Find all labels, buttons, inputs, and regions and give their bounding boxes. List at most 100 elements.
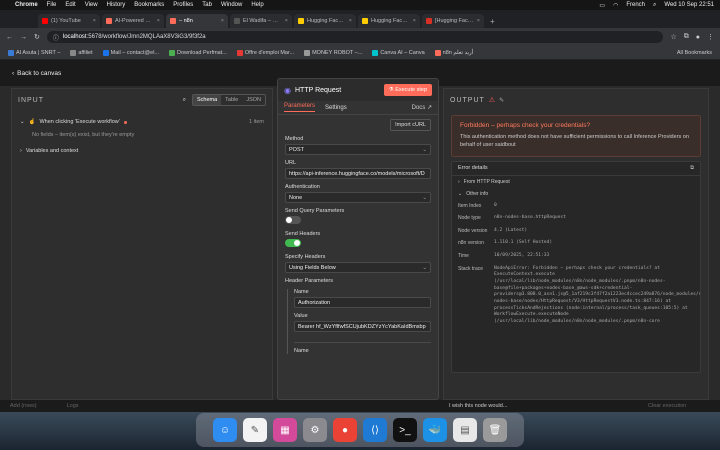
dock-finder-icon[interactable]: ☺: [213, 418, 237, 442]
bookmark-favicon-icon: [70, 49, 77, 56]
auth-select[interactable]: None ⌄: [285, 192, 431, 203]
url-bar[interactable]: ⓘ localhost:5678/workflow/Jmn2MQLAaX8V3i…: [46, 31, 664, 43]
query-toggle[interactable]: [285, 216, 301, 224]
view-table-button[interactable]: Table: [221, 95, 243, 105]
bookmark-favicon-icon: [8, 49, 14, 56]
browser-tab-2[interactable]: – n8n ×: [166, 14, 228, 28]
close-tab-icon[interactable]: ×: [221, 18, 224, 24]
search-icon[interactable]: ⌕: [653, 2, 656, 9]
variables-row[interactable]: › Variables and context: [12, 144, 272, 158]
tab-label: Hugging Face – The AI: [371, 18, 410, 24]
all-bookmarks[interactable]: All Bookmarks: [677, 50, 712, 56]
battery-icon[interactable]: ▭: [599, 2, 605, 9]
bookmark-favicon-icon: [102, 49, 109, 56]
trigger-row[interactable]: ⌄ ☝ When clicking 'Execute workflow' 1 i…: [12, 115, 272, 129]
dock-notes-icon[interactable]: ✎: [243, 418, 267, 442]
logs-button[interactable]: Logs: [67, 403, 79, 409]
bookmark-2[interactable]: Mail – contact@el...: [102, 49, 159, 56]
menu-bookmarks[interactable]: Bookmarks: [134, 2, 164, 8]
search-icon[interactable]: ⌕: [183, 97, 186, 104]
bookmark-1[interactable]: affiliet: [70, 49, 93, 56]
dock-docker-icon[interactable]: 🐳: [423, 418, 447, 442]
copy-icon[interactable]: ⧉: [690, 165, 694, 172]
menu-history[interactable]: History: [107, 2, 126, 8]
profile-avatar-icon[interactable]: ●: [696, 34, 700, 41]
node-title[interactable]: HTTP Request: [295, 87, 341, 94]
header-name-input[interactable]: Authorization: [294, 297, 431, 308]
site-info-icon[interactable]: ⓘ: [53, 33, 59, 42]
back-to-canvas-icon[interactable]: ‹: [12, 70, 14, 77]
docs-link[interactable]: Docs ↗: [412, 104, 432, 111]
execute-step-button[interactable]: ⚗ Execute step: [383, 84, 432, 96]
bookmark-4[interactable]: Offre d'emploi Mar...: [236, 49, 294, 56]
extensions-icon[interactable]: ⧉: [684, 33, 689, 41]
header-value-input[interactable]: Bearer hf_WzYflfwfSCUjubKDZYzYcYabKaIdBm…: [294, 321, 431, 332]
chevron-right-icon[interactable]: ›: [20, 148, 22, 154]
chevron-down-icon: ⌄: [422, 194, 427, 201]
browser-tab-5[interactable]: Hugging Face – The AI×: [358, 14, 420, 28]
close-tab-icon[interactable]: ×: [477, 18, 480, 24]
close-tab-icon[interactable]: ×: [285, 18, 288, 24]
clock[interactable]: Wed 10 Sep 22:51: [664, 2, 714, 8]
method-select[interactable]: POST ⌄: [285, 144, 431, 155]
feedback-input[interactable]: I wish this node would...: [449, 403, 507, 409]
dock-settings-icon[interactable]: ⚙: [303, 418, 327, 442]
browser-tab-4[interactable]: Hugging Face – The AI×: [294, 14, 356, 28]
browser-tab-1[interactable]: AI-Powered WordPress×: [102, 14, 164, 28]
bookmark-3[interactable]: Download Perfmat...: [169, 49, 227, 56]
dock-chrome-icon[interactable]: ●: [333, 418, 357, 442]
forward-arrow-icon[interactable]: →: [20, 34, 27, 41]
from-node-row[interactable]: › From HTTP Request: [452, 176, 700, 188]
tab-favicon-icon: [362, 18, 368, 24]
new-tab-button[interactable]: +: [486, 17, 499, 28]
import-curl-button[interactable]: Import cURL: [390, 119, 431, 131]
star-icon[interactable]: ☆: [670, 33, 676, 41]
tab-parameters[interactable]: Parameters: [284, 103, 316, 112]
menu-file[interactable]: File: [47, 2, 57, 8]
back-to-canvas-button[interactable]: Back to canvas: [17, 70, 61, 77]
dock-terminal-icon[interactable]: >_: [393, 418, 417, 442]
browser-tab-6[interactable]: [Hugging Face] Click th×: [422, 14, 484, 28]
specify-select[interactable]: Using Fields Below ⌄: [285, 262, 431, 273]
address-toolbar: ← → ↻ ⓘ localhost:5678/workflow/Jmn2MQLA…: [0, 28, 720, 46]
menu-help[interactable]: Help: [251, 2, 263, 8]
back-arrow-icon[interactable]: ←: [6, 34, 13, 41]
close-tab-icon[interactable]: ×: [349, 18, 352, 24]
dock-document-icon[interactable]: ▤: [453, 418, 477, 442]
close-tab-icon[interactable]: ×: [157, 18, 160, 24]
dock-vscode-icon[interactable]: ⟨⟩: [363, 418, 387, 442]
dock-trash-icon[interactable]: 🗑: [483, 418, 507, 442]
menu-app-name[interactable]: Chrome: [15, 2, 38, 8]
chevron-down-icon[interactable]: ⌄: [20, 119, 25, 125]
dock-launchpad-icon[interactable]: ▦: [273, 418, 297, 442]
url-input[interactable]: https://api-inference.huggingface.co/mod…: [285, 168, 431, 179]
clear-execution-button[interactable]: Clear execution: [648, 403, 686, 409]
wifi-icon[interactable]: ◠: [613, 2, 618, 9]
menu-tab[interactable]: Tab: [202, 2, 212, 8]
browser-tab-0[interactable]: (1) YouTube ×: [38, 14, 100, 28]
tab-settings[interactable]: Settings: [325, 105, 347, 111]
menu-edit[interactable]: Edit: [65, 2, 75, 8]
headers-toggle[interactable]: [285, 239, 301, 247]
chrome-menu-icon[interactable]: ⋮: [707, 33, 714, 41]
bookmark-label: Download Perfmat...: [177, 49, 227, 56]
reload-icon[interactable]: ↻: [34, 33, 40, 41]
cursor-trigger-icon: ☝: [28, 119, 36, 125]
bookmark-0[interactable]: AI Asuta | SNRT –: [8, 49, 60, 56]
close-tab-icon[interactable]: ×: [93, 18, 96, 24]
menu-profiles[interactable]: Profiles: [173, 2, 193, 8]
browser-tab-3[interactable]: El Wadifa – مسابقات –×: [230, 14, 292, 28]
input-source[interactable]: French: [626, 2, 645, 8]
menu-window[interactable]: Window: [221, 2, 242, 8]
error-description: This authentication method does not have…: [460, 134, 689, 149]
bookmark-6[interactable]: Canva AI – Canva: [372, 49, 425, 56]
tab-label: – n8n: [179, 18, 193, 24]
close-tab-icon[interactable]: ×: [413, 18, 416, 24]
menu-view[interactable]: View: [85, 2, 98, 8]
bookmark-5[interactable]: MONEY ROBOT –...: [304, 49, 362, 56]
edit-icon[interactable]: ✎: [499, 97, 504, 104]
view-json-button[interactable]: JSON: [242, 95, 265, 105]
other-info-row[interactable]: ⌄ Other info: [452, 188, 700, 200]
bookmark-7[interactable]: n8n أريد تعلم: [434, 49, 473, 56]
view-schema-button[interactable]: Schema: [192, 95, 222, 105]
